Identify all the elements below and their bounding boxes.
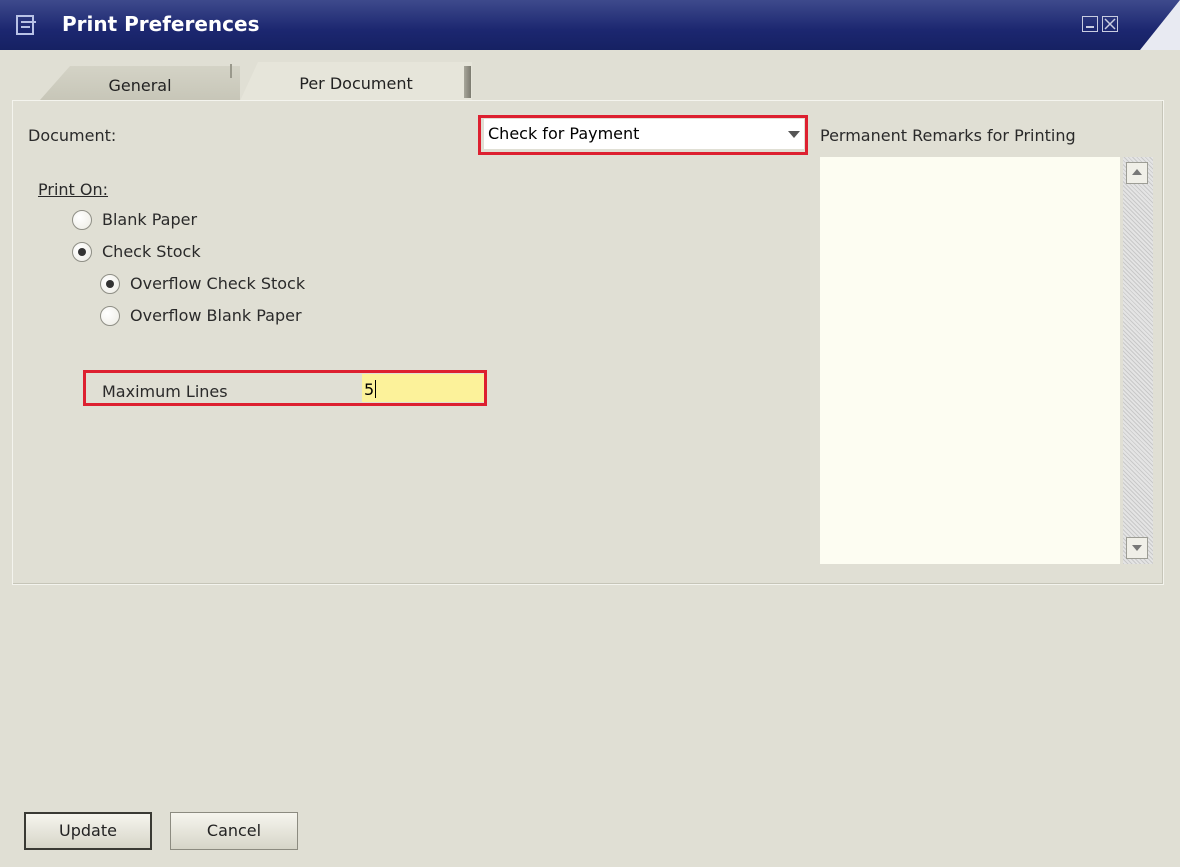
tab-general[interactable]: General xyxy=(40,66,240,100)
document-select-value: Check for Payment xyxy=(488,124,640,143)
maximum-lines-label: Maximum Lines xyxy=(102,382,228,401)
radio-overflow-check-stock[interactable] xyxy=(100,274,120,294)
print-on-label: Print On: xyxy=(38,180,109,199)
scroll-down-icon[interactable] xyxy=(1126,537,1148,559)
radio-overflow-blank-paper-label[interactable]: Overflow Blank Paper xyxy=(130,306,302,325)
document-pen-icon xyxy=(16,14,38,36)
remarks-label: Permanent Remarks for Printing xyxy=(820,126,1076,145)
scroll-up-icon[interactable] xyxy=(1126,162,1148,184)
tab-per-document[interactable]: Per Document xyxy=(240,62,472,101)
cancel-button[interactable]: Cancel xyxy=(170,812,298,850)
radio-blank-paper[interactable] xyxy=(72,210,92,230)
radio-overflow-check-stock-label[interactable]: Overflow Check Stock xyxy=(130,274,305,293)
radio-blank-paper-label[interactable]: Blank Paper xyxy=(102,210,197,229)
remarks-textarea[interactable] xyxy=(820,157,1120,564)
document-label: Document: xyxy=(28,126,117,145)
radio-overflow-blank-paper[interactable] xyxy=(100,306,120,326)
tab-per-document-label: Per Document xyxy=(299,74,413,93)
radio-check-stock[interactable] xyxy=(72,242,92,262)
title-bar-corner xyxy=(1140,0,1180,50)
maximum-lines-input[interactable]: 5 xyxy=(362,374,484,402)
tab-general-label: General xyxy=(108,76,172,95)
remarks-scrollbar[interactable] xyxy=(1123,157,1153,564)
print-preferences-window: Print Preferences General Per Document D… xyxy=(0,0,1180,867)
text-caret xyxy=(375,380,376,398)
title-bar[interactable]: Print Preferences xyxy=(0,0,1180,50)
minimize-icon[interactable] xyxy=(1082,16,1098,32)
close-icon[interactable] xyxy=(1102,16,1118,32)
tab-separator xyxy=(230,64,232,78)
chevron-down-icon[interactable] xyxy=(788,131,800,138)
update-button[interactable]: Update xyxy=(24,812,152,850)
maximum-lines-value: 5 xyxy=(364,380,375,399)
tab-edge xyxy=(464,66,471,98)
window-title: Print Preferences xyxy=(62,12,260,36)
document-select[interactable]: Check for Payment xyxy=(484,119,804,149)
radio-check-stock-label[interactable]: Check Stock xyxy=(102,242,201,261)
